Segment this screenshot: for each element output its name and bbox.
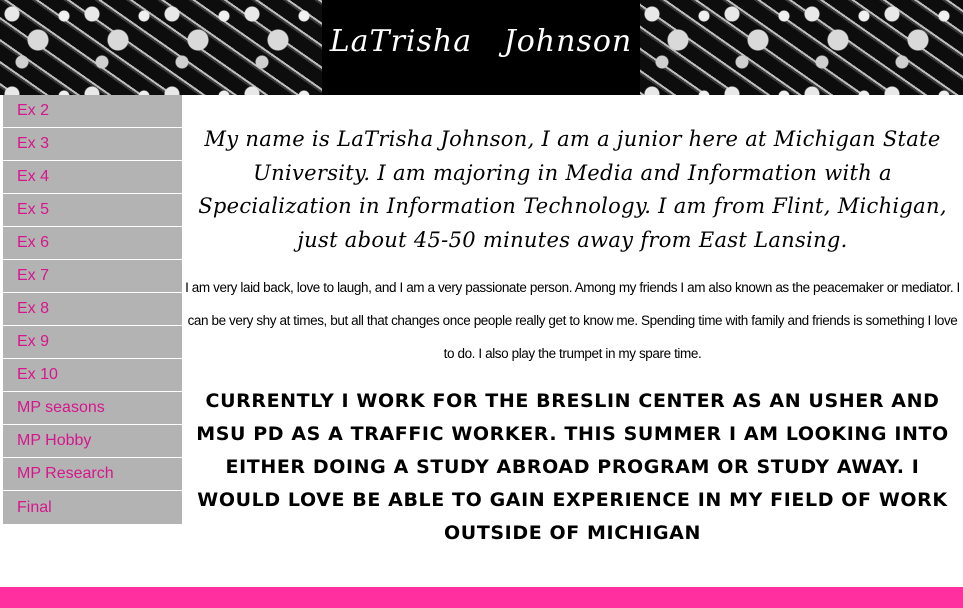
site-title: LaTrisha Johnson (329, 24, 633, 59)
nav-item-ex10[interactable]: Ex 10 (0, 359, 182, 391)
nav-item-ex5[interactable]: Ex 5 (0, 194, 182, 226)
footer-bar (0, 587, 963, 608)
current-work-paragraph: Currently I work for the Breslin Center … (196, 390, 949, 544)
nav-item-mp-seasons[interactable]: MP seasons (0, 392, 182, 424)
nav-item-mp-research[interactable]: MP Research (0, 458, 182, 490)
about-paragraph: I am very laid back, love to laugh, and … (185, 280, 960, 361)
nav-item-ex9[interactable]: Ex 9 (0, 326, 182, 358)
nav-item-ex3[interactable]: Ex 3 (0, 128, 182, 160)
nav-item-mp-hobby[interactable]: MP Hobby (0, 425, 182, 457)
nav-list: Ex 2 Ex 3 Ex 4 Ex 5 Ex 6 Ex 7 Ex 8 Ex 9 … (0, 95, 182, 524)
nav-item-ex4[interactable]: Ex 4 (0, 161, 182, 193)
title-box: LaTrisha Johnson (322, 0, 640, 95)
header-banner: LaTrisha Johnson (0, 0, 963, 95)
nav-item-final[interactable]: Final (0, 491, 182, 524)
main-content: My name is LaTrisha Johnson, I am a juni… (182, 95, 963, 587)
sidebar-nav: Ex 2 Ex 3 Ex 4 Ex 5 Ex 6 Ex 7 Ex 8 Ex 9 … (0, 95, 182, 525)
nav-item-ex6[interactable]: Ex 6 (0, 227, 182, 259)
nav-item-ex8[interactable]: Ex 8 (0, 293, 182, 325)
nav-item-ex2[interactable]: Ex 2 (0, 95, 182, 127)
nav-item-ex7[interactable]: Ex 7 (0, 260, 182, 292)
intro-paragraph: My name is LaTrisha Johnson, I am a juni… (198, 127, 947, 252)
